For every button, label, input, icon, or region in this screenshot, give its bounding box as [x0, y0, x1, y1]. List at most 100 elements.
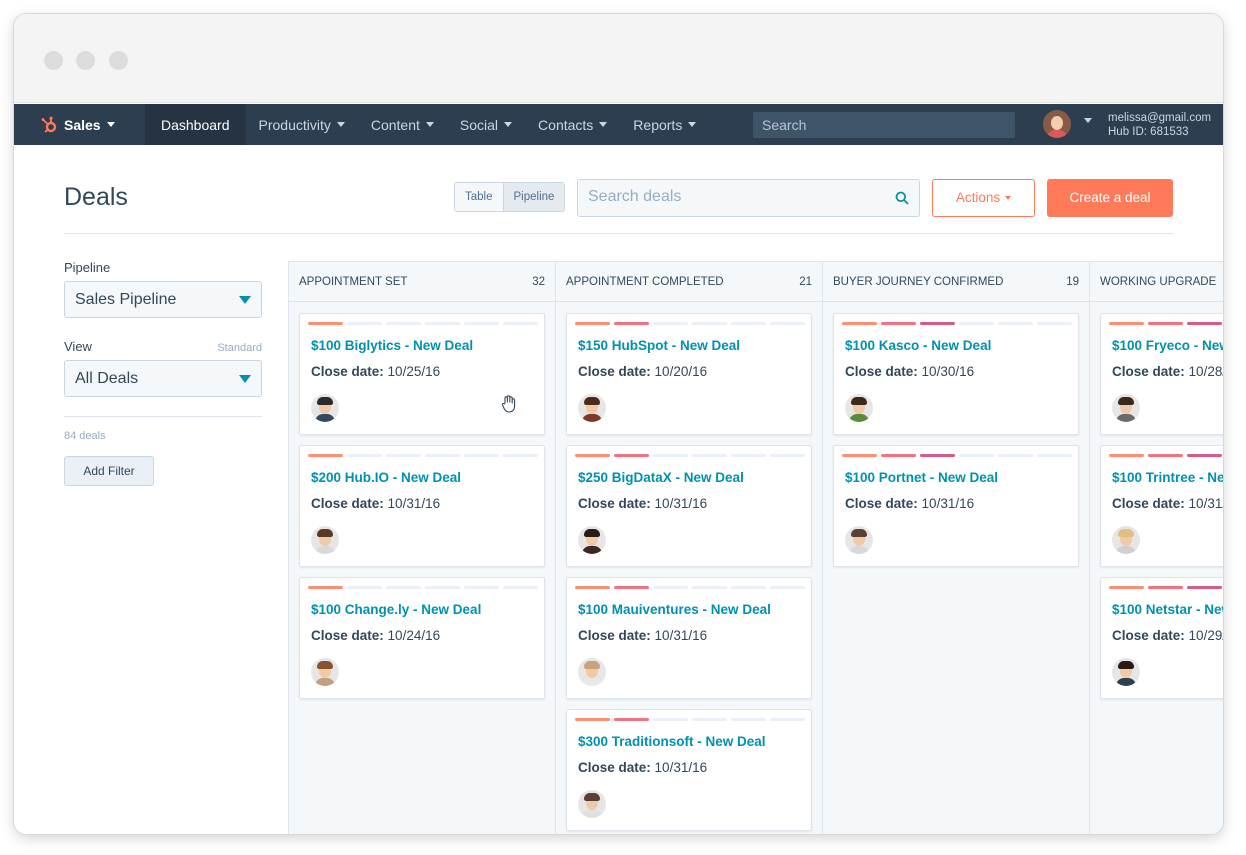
close-date-label: Close date: [311, 628, 384, 643]
stage-segment [1148, 454, 1183, 457]
deal-card[interactable]: $100 Trintree - New Deal Close date: 10/3… [1100, 445, 1223, 567]
window-maximize-dot[interactable] [109, 51, 128, 70]
close-date-value: 10/31/16 [654, 760, 708, 775]
deal-title-link[interactable]: $100 Fryeco - New Deal [1112, 338, 1223, 353]
deal-owner-avatar[interactable] [1112, 658, 1140, 686]
stage-segment [614, 718, 649, 721]
deal-owner-avatar[interactable] [578, 394, 606, 422]
deal-card[interactable]: $100 Fryeco - New Deal Close date: 10/28/… [1100, 313, 1223, 435]
chevron-down-icon [504, 122, 513, 127]
deal-count: 84 deals [64, 430, 106, 442]
pipeline-view-button[interactable]: Pipeline [502, 183, 565, 211]
deal-title-link[interactable]: $100 Trintree - New Deal [1112, 470, 1223, 485]
add-filter-button[interactable]: Add Filter [64, 456, 154, 486]
stage-segment [770, 454, 805, 457]
deal-title-link[interactable]: $100 Change.ly - New Deal [311, 602, 481, 617]
deal-card[interactable]: $100 Netstar - New Deal Close date: 10/29… [1100, 577, 1223, 699]
create-deal-button[interactable]: Create a deal [1047, 179, 1173, 217]
deal-owner-avatar[interactable] [578, 658, 606, 686]
stage-segment [1148, 586, 1183, 589]
stage-segment [614, 586, 649, 589]
pipeline-select[interactable]: Sales Pipeline [64, 281, 262, 318]
stage-segment [653, 322, 688, 325]
deal-card[interactable]: $100 Biglytics - New Deal Close date: 10/… [299, 313, 545, 435]
window-close-dot[interactable] [44, 51, 63, 70]
deal-card[interactable]: $250 BigDataX - New Deal Close date: 10/3… [566, 445, 812, 567]
stage-segment [1109, 586, 1144, 589]
deal-title-link[interactable]: $100 Kasco - New Deal [845, 338, 991, 353]
deal-card[interactable]: $100 Change.ly - New Deal Close date: 10/… [299, 577, 545, 699]
deal-card[interactable]: $200 Hub.IO - New Deal Close date: 10/31/… [299, 445, 545, 567]
close-date: Close date: 10/29/16 [1112, 628, 1223, 643]
close-date: Close date: 10/31/16 [578, 496, 707, 511]
avatar-hair [851, 529, 867, 537]
user-avatar[interactable] [1043, 110, 1071, 138]
deal-card[interactable]: $300 Traditionsoft - New Deal Close date:… [566, 709, 812, 831]
nav-item-social[interactable]: Social [447, 104, 525, 145]
deal-owner-avatar[interactable] [578, 790, 606, 818]
deal-owner-avatar[interactable] [845, 526, 873, 554]
actions-button[interactable]: Actions [932, 179, 1035, 217]
close-date-value: 10/28/16 [1188, 364, 1223, 379]
stage-segment [425, 586, 460, 589]
pipeline-column: APPOINTMENT SET 32 $100 Biglytics - New De… [289, 262, 556, 834]
pipeline-board: APPOINTMENT SET 32 $100 Biglytics - New De… [288, 261, 1223, 834]
nav-item-contacts[interactable]: Contacts [525, 104, 620, 145]
nav-item-dashboard[interactable]: Dashboard [145, 104, 246, 145]
stage-segment [575, 454, 610, 457]
nav-item-productivity[interactable]: Productivity [246, 104, 358, 145]
deal-owner-avatar[interactable] [311, 658, 339, 686]
close-date: Close date: 10/31/16 [578, 628, 707, 643]
deal-owner-avatar[interactable] [311, 394, 339, 422]
deal-title-link[interactable]: $100 Mauiventures - New Deal [578, 602, 771, 617]
dropdown-arrow-icon [239, 375, 251, 383]
avatar-shirt [582, 414, 602, 422]
avatar-face [1051, 116, 1063, 130]
nav-item-reports[interactable]: Reports [620, 104, 709, 145]
table-view-button[interactable]: Table [455, 183, 502, 211]
deal-title-link[interactable]: $200 Hub.IO - New Deal [311, 470, 461, 485]
account-chevron-down-icon[interactable] [1084, 118, 1092, 123]
deal-card[interactable]: $100 Portnet - New Deal Close date: 10/31… [833, 445, 1079, 567]
nav-item-content[interactable]: Content [358, 104, 447, 145]
stage-segment [731, 586, 766, 589]
stage-segment [575, 586, 610, 589]
stage-segment [653, 718, 688, 721]
view-select[interactable]: All Deals [64, 360, 262, 397]
window-minimize-dot[interactable] [76, 51, 95, 70]
deal-card[interactable]: $100 Kasco - New Deal Close date: 10/30/1… [833, 313, 1079, 435]
brand-menu[interactable]: Sales [14, 104, 145, 145]
account-info[interactable]: melissa@gmail.com Hub ID: 681533 [1108, 111, 1211, 139]
deal-title-link[interactable]: $150 HubSpot - New Deal [578, 338, 740, 353]
avatar-shirt [1047, 130, 1067, 138]
column-name: WORKING UPGRADE [1100, 275, 1217, 288]
stage-segment [692, 322, 727, 325]
deal-title-link[interactable]: $100 Netstar - New Deal [1112, 602, 1223, 617]
stage-segment [1037, 454, 1072, 457]
deal-owner-avatar[interactable] [578, 526, 606, 554]
avatar-shirt [582, 678, 602, 686]
deal-title-link[interactable]: $100 Portnet - New Deal [845, 470, 998, 485]
deal-search-input[interactable] [578, 180, 878, 214]
deal-owner-avatar[interactable] [1112, 526, 1140, 554]
header-divider [64, 233, 1173, 234]
deal-search-box [577, 179, 920, 217]
global-search-input[interactable]: Search [753, 112, 1015, 138]
deal-title-link[interactable]: $100 Biglytics - New Deal [311, 338, 473, 353]
search-icon[interactable] [895, 191, 909, 205]
close-date-value: 10/31/16 [1188, 496, 1223, 511]
deal-owner-avatar[interactable] [845, 394, 873, 422]
close-date-value: 10/25/16 [387, 364, 441, 379]
close-date: Close date: 10/30/16 [845, 364, 974, 379]
deal-owner-avatar[interactable] [1112, 394, 1140, 422]
deal-stage-progress [575, 454, 805, 457]
hubspot-sprocket-icon [41, 116, 57, 133]
column-name: APPOINTMENT SET [299, 275, 408, 288]
deal-title-link[interactable]: $300 Traditionsoft - New Deal [578, 734, 766, 749]
deal-card[interactable]: $100 Mauiventures - New Deal Close date: … [566, 577, 812, 699]
column-count: 32 [532, 275, 545, 288]
pipeline-column: BUYER JOURNEY CONFIRMED 19 $100 Kasco - Ne… [823, 262, 1090, 834]
deal-title-link[interactable]: $250 BigDataX - New Deal [578, 470, 744, 485]
deal-owner-avatar[interactable] [311, 526, 339, 554]
deal-card[interactable]: $150 HubSpot - New Deal Close date: 10/20… [566, 313, 812, 435]
